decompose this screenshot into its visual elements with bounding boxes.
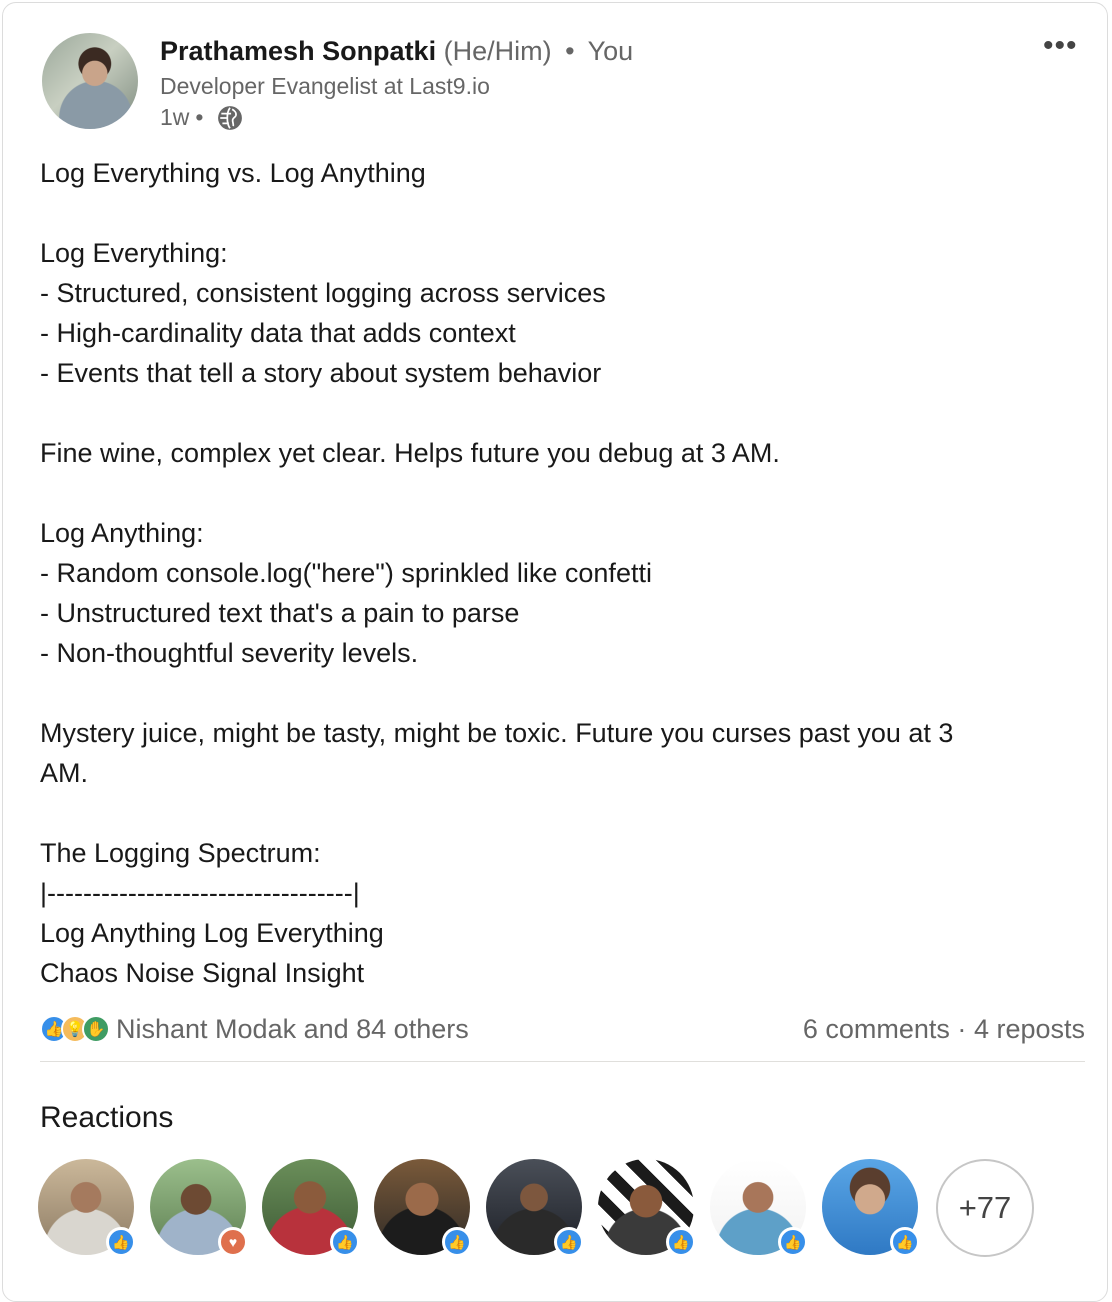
like-icon: 👍: [890, 1227, 920, 1257]
like-icon: 👍: [778, 1227, 808, 1257]
author-relation: You: [587, 36, 634, 66]
post-text-line: |----------------------------------|: [40, 878, 360, 908]
post-text-line: Log Anything Log Everything: [40, 918, 384, 948]
more-reactors-button[interactable]: +77: [936, 1159, 1034, 1257]
author-pronouns: (He/Him): [443, 36, 552, 66]
more-options-icon[interactable]: •••: [1043, 29, 1078, 63]
reactor-avatar[interactable]: 👍: [38, 1159, 136, 1257]
reactor-avatar[interactable]: 👍: [822, 1159, 920, 1257]
post-meta: 1w •: [160, 104, 243, 131]
author-line: Prathamesh Sonpatki (He/Him) • You: [160, 36, 633, 67]
like-icon: 👍: [554, 1227, 584, 1257]
divider: [40, 1061, 1085, 1062]
post-text-line: - Non-thoughtful severity levels.: [40, 638, 419, 668]
post-text-line: Log Everything:: [40, 238, 228, 268]
reactor-avatar[interactable]: 👍: [262, 1159, 360, 1257]
separator-dot: •: [565, 36, 575, 66]
author-headline: Developer Evangelist at Last9.io: [160, 73, 490, 99]
reactor-avatar[interactable]: 👍: [598, 1159, 696, 1257]
post-text-line: - High-cardinality data that adds contex…: [40, 318, 516, 348]
reactor-avatar[interactable]: 👍: [374, 1159, 472, 1257]
author-name[interactable]: Prathamesh Sonpatki: [160, 36, 436, 66]
support-icon: ✋: [82, 1015, 110, 1043]
like-icon: 👍: [666, 1227, 696, 1257]
post-text-line: - Random console.log("here") sprinkled l…: [40, 558, 652, 588]
reactors-summary[interactable]: Nishant Modak and 84 others: [116, 1014, 469, 1045]
post-text-line: Mystery juice, might be tasty, might be …: [40, 718, 954, 748]
globe-icon: [218, 105, 243, 130]
post-text-line: - Unstructured text that's a pain to par…: [40, 598, 520, 628]
post-text-line: - Events that tell a story about system …: [40, 358, 602, 388]
post-text-line: AM.: [40, 758, 89, 788]
like-icon: 👍: [106, 1227, 136, 1257]
reactor-avatar[interactable]: ♥: [150, 1159, 248, 1257]
reactor-avatar[interactable]: 👍: [710, 1159, 808, 1257]
reaction-type-icons[interactable]: 👍 💡 ✋: [40, 1015, 110, 1043]
author-avatar[interactable]: [42, 33, 138, 129]
comments-count[interactable]: 6 comments: [803, 1014, 950, 1044]
engagement-stats: 6 comments · 4 reposts: [803, 1014, 1085, 1045]
love-icon: ♥: [218, 1227, 248, 1257]
reposts-count[interactable]: 4 reposts: [974, 1014, 1085, 1044]
post-text-line: The Logging Spectrum:: [40, 838, 321, 868]
post-body: Log Everything vs. Log Anything Log Every…: [40, 153, 1080, 993]
post-time[interactable]: 1w: [160, 104, 189, 131]
like-icon: 👍: [330, 1227, 360, 1257]
post-text-line: Chaos Noise Signal Insight: [40, 958, 365, 988]
reactor-avatar[interactable]: 👍: [486, 1159, 584, 1257]
post-card: Prathamesh Sonpatki (He/Him) • You Devel…: [2, 2, 1108, 1302]
post-text-line: Log Everything vs. Log Anything: [40, 158, 426, 188]
separator-dot: •: [195, 104, 204, 130]
post-text-line: Log Anything:: [40, 518, 204, 548]
stats-separator: ·: [957, 1013, 967, 1044]
like-icon: 👍: [442, 1227, 472, 1257]
social-counts: 👍 💡 ✋ Nishant Modak and 84 others 6 comm…: [40, 1008, 1085, 1050]
reactions-heading: Reactions: [40, 1101, 174, 1134]
post-text-line: Fine wine, complex yet clear. Helps futu…: [40, 438, 780, 468]
post-text-line: - Structured, consistent logging across …: [40, 278, 606, 308]
